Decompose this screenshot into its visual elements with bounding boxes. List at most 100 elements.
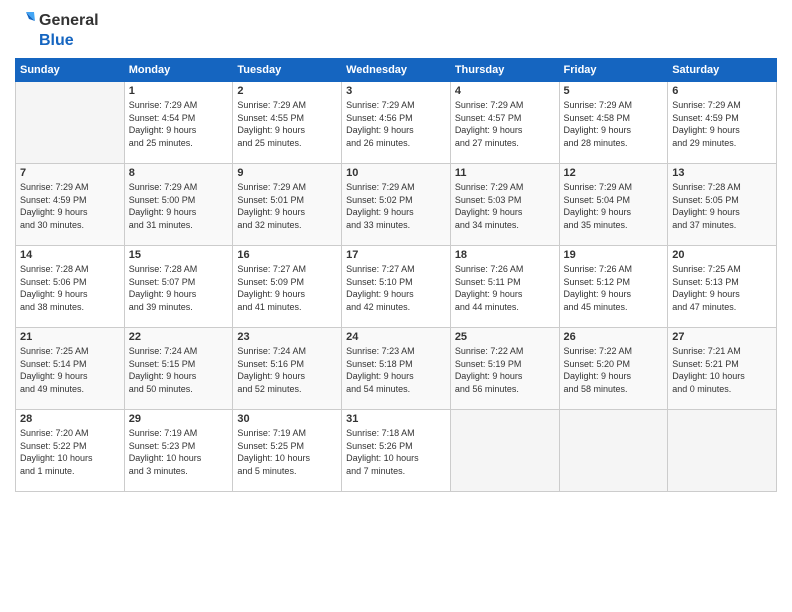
calendar-cell: 22Sunrise: 7:24 AMSunset: 5:15 PMDayligh…	[124, 328, 233, 410]
day-info: Sunrise: 7:29 AMSunset: 5:01 PMDaylight:…	[237, 181, 337, 231]
calendar-cell: 30 Sunrise: 7:19 AMSunset: 5:25 PMDayligh…	[233, 410, 342, 492]
calendar-cell: 1 Sunrise: 7:29 AMSunset: 4:54 PMDaylight…	[124, 82, 233, 164]
day-info: Sunrise: 7:22 AMSunset: 5:20 PMDaylight:…	[564, 345, 664, 395]
day-info: Sunrise: 7:29 AMSunset: 5:00 PMDaylight:…	[129, 181, 229, 231]
day-number: 2	[237, 85, 337, 97]
day-info: Sunrise: 7:29 AMSunset: 4:56 PMDaylight:…	[346, 99, 446, 149]
logo-general: General	[39, 12, 99, 30]
day-info: Sunrise: 7:29 AMSunset: 4:55 PMDaylight:…	[237, 99, 337, 149]
day-header-tuesday: Tuesday	[233, 59, 342, 82]
day-number: 28	[20, 413, 120, 425]
day-info: Sunrise: 7:29 AMSunset: 4:58 PMDaylight:…	[564, 99, 664, 149]
week-row-5: 28 Sunrise: 7:20 AMSunset: 5:22 PMDayligh…	[16, 410, 777, 492]
day-info: Sunrise: 7:27 AMSunset: 5:10 PMDaylight:…	[346, 263, 446, 313]
day-number: 16	[237, 249, 337, 261]
day-info: Sunrise: 7:28 AMSunset: 5:06 PMDaylight:…	[20, 263, 120, 313]
day-info: Sunrise: 7:29 AMSunset: 5:02 PMDaylight:…	[346, 181, 446, 231]
day-number: 8	[129, 167, 229, 179]
calendar-cell	[668, 410, 777, 492]
day-info: Sunrise: 7:29 AMSunset: 4:59 PMDaylight:…	[20, 181, 120, 231]
day-number: 15	[129, 249, 229, 261]
calendar-cell: 20 Sunrise: 7:25 AMSunset: 5:13 PMDayligh…	[668, 246, 777, 328]
day-info: Sunrise: 7:28 AMSunset: 5:07 PMDaylight:…	[129, 263, 229, 313]
calendar-cell: 13Sunrise: 7:28 AMSunset: 5:05 PMDayligh…	[668, 164, 777, 246]
calendar-cell: 27Sunrise: 7:21 AMSunset: 5:21 PMDayligh…	[668, 328, 777, 410]
day-number: 20	[672, 249, 772, 261]
day-number: 24	[346, 331, 446, 343]
day-number: 22	[129, 331, 229, 343]
calendar-cell: 25Sunrise: 7:22 AMSunset: 5:19 PMDayligh…	[450, 328, 559, 410]
calendar-cell: 11 Sunrise: 7:29 AMSunset: 5:03 PMDayligh…	[450, 164, 559, 246]
day-number: 26	[564, 331, 664, 343]
day-header-wednesday: Wednesday	[342, 59, 451, 82]
day-info: Sunrise: 7:20 AMSunset: 5:22 PMDaylight:…	[20, 427, 120, 477]
calendar-cell: 6 Sunrise: 7:29 AMSunset: 4:59 PMDaylight…	[668, 82, 777, 164]
logo-blue: Blue	[39, 32, 74, 50]
day-number: 14	[20, 249, 120, 261]
calendar-cell: 7 Sunrise: 7:29 AMSunset: 4:59 PMDaylight…	[16, 164, 125, 246]
day-number: 31	[346, 413, 446, 425]
day-info: Sunrise: 7:19 AMSunset: 5:25 PMDaylight:…	[237, 427, 337, 477]
day-header-sunday: Sunday	[16, 59, 125, 82]
week-row-2: 7 Sunrise: 7:29 AMSunset: 4:59 PMDaylight…	[16, 164, 777, 246]
logo-bird-icon	[15, 10, 37, 32]
calendar-cell: 12Sunrise: 7:29 AMSunset: 5:04 PMDayligh…	[559, 164, 668, 246]
calendar-cell: 2 Sunrise: 7:29 AMSunset: 4:55 PMDaylight…	[233, 82, 342, 164]
day-info: Sunrise: 7:29 AMSunset: 4:54 PMDaylight:…	[129, 99, 229, 149]
calendar-cell: 18Sunrise: 7:26 AMSunset: 5:11 PMDayligh…	[450, 246, 559, 328]
day-info: Sunrise: 7:18 AMSunset: 5:26 PMDaylight:…	[346, 427, 446, 477]
calendar-cell: 21 Sunrise: 7:25 AMSunset: 5:14 PMDayligh…	[16, 328, 125, 410]
day-header-friday: Friday	[559, 59, 668, 82]
logo: General Blue	[15, 10, 99, 50]
day-info: Sunrise: 7:19 AMSunset: 5:23 PMDaylight:…	[129, 427, 229, 477]
calendar-cell: 17 Sunrise: 7:27 AMSunset: 5:10 PMDayligh…	[342, 246, 451, 328]
day-header-saturday: Saturday	[668, 59, 777, 82]
calendar-cell: 9 Sunrise: 7:29 AMSunset: 5:01 PMDaylight…	[233, 164, 342, 246]
day-info: Sunrise: 7:25 AMSunset: 5:14 PMDaylight:…	[20, 345, 120, 395]
day-info: Sunrise: 7:29 AMSunset: 5:04 PMDaylight:…	[564, 181, 664, 231]
day-number: 29	[129, 413, 229, 425]
day-number: 19	[564, 249, 664, 261]
day-info: Sunrise: 7:26 AMSunset: 5:12 PMDaylight:…	[564, 263, 664, 313]
day-number: 1	[129, 85, 229, 97]
day-number: 21	[20, 331, 120, 343]
calendar-cell	[559, 410, 668, 492]
header: General Blue	[15, 10, 777, 50]
calendar-cell	[450, 410, 559, 492]
day-number: 18	[455, 249, 555, 261]
day-header-thursday: Thursday	[450, 59, 559, 82]
calendar-cell: 15 Sunrise: 7:28 AMSunset: 5:07 PMDayligh…	[124, 246, 233, 328]
day-info: Sunrise: 7:25 AMSunset: 5:13 PMDaylight:…	[672, 263, 772, 313]
day-number: 30	[237, 413, 337, 425]
week-row-1: 1 Sunrise: 7:29 AMSunset: 4:54 PMDaylight…	[16, 82, 777, 164]
day-info: Sunrise: 7:29 AMSunset: 5:03 PMDaylight:…	[455, 181, 555, 231]
day-number: 6	[672, 85, 772, 97]
calendar-cell: 28 Sunrise: 7:20 AMSunset: 5:22 PMDayligh…	[16, 410, 125, 492]
day-info: Sunrise: 7:28 AMSunset: 5:05 PMDaylight:…	[672, 181, 772, 231]
calendar-cell: 4Sunrise: 7:29 AMSunset: 4:57 PMDaylight…	[450, 82, 559, 164]
days-header-row: SundayMondayTuesdayWednesdayThursdayFrid…	[16, 59, 777, 82]
day-number: 3	[346, 85, 446, 97]
day-number: 10	[346, 167, 446, 179]
calendar-cell: 26 Sunrise: 7:22 AMSunset: 5:20 PMDayligh…	[559, 328, 668, 410]
logo-text-block: General Blue	[15, 10, 99, 50]
calendar-cell: 3 Sunrise: 7:29 AMSunset: 4:56 PMDaylight…	[342, 82, 451, 164]
week-row-4: 21 Sunrise: 7:25 AMSunset: 5:14 PMDayligh…	[16, 328, 777, 410]
day-info: Sunrise: 7:23 AMSunset: 5:18 PMDaylight:…	[346, 345, 446, 395]
day-info: Sunrise: 7:22 AMSunset: 5:19 PMDaylight:…	[455, 345, 555, 395]
calendar-cell: 29 Sunrise: 7:19 AMSunset: 5:23 PMDayligh…	[124, 410, 233, 492]
calendar-cell: 24 Sunrise: 7:23 AMSunset: 5:18 PMDayligh…	[342, 328, 451, 410]
day-number: 11	[455, 167, 555, 179]
calendar-table: SundayMondayTuesdayWednesdayThursdayFrid…	[15, 58, 777, 492]
calendar-cell: 23 Sunrise: 7:24 AMSunset: 5:16 PMDayligh…	[233, 328, 342, 410]
day-info: Sunrise: 7:24 AMSunset: 5:16 PMDaylight:…	[237, 345, 337, 395]
day-number: 23	[237, 331, 337, 343]
calendar-cell	[16, 82, 125, 164]
day-info: Sunrise: 7:29 AMSunset: 4:59 PMDaylight:…	[672, 99, 772, 149]
day-number: 9	[237, 167, 337, 179]
day-number: 7	[20, 167, 120, 179]
day-number: 17	[346, 249, 446, 261]
week-row-3: 14 Sunrise: 7:28 AMSunset: 5:06 PMDayligh…	[16, 246, 777, 328]
day-info: Sunrise: 7:21 AMSunset: 5:21 PMDaylight:…	[672, 345, 772, 395]
calendar-cell: 5Sunrise: 7:29 AMSunset: 4:58 PMDaylight…	[559, 82, 668, 164]
